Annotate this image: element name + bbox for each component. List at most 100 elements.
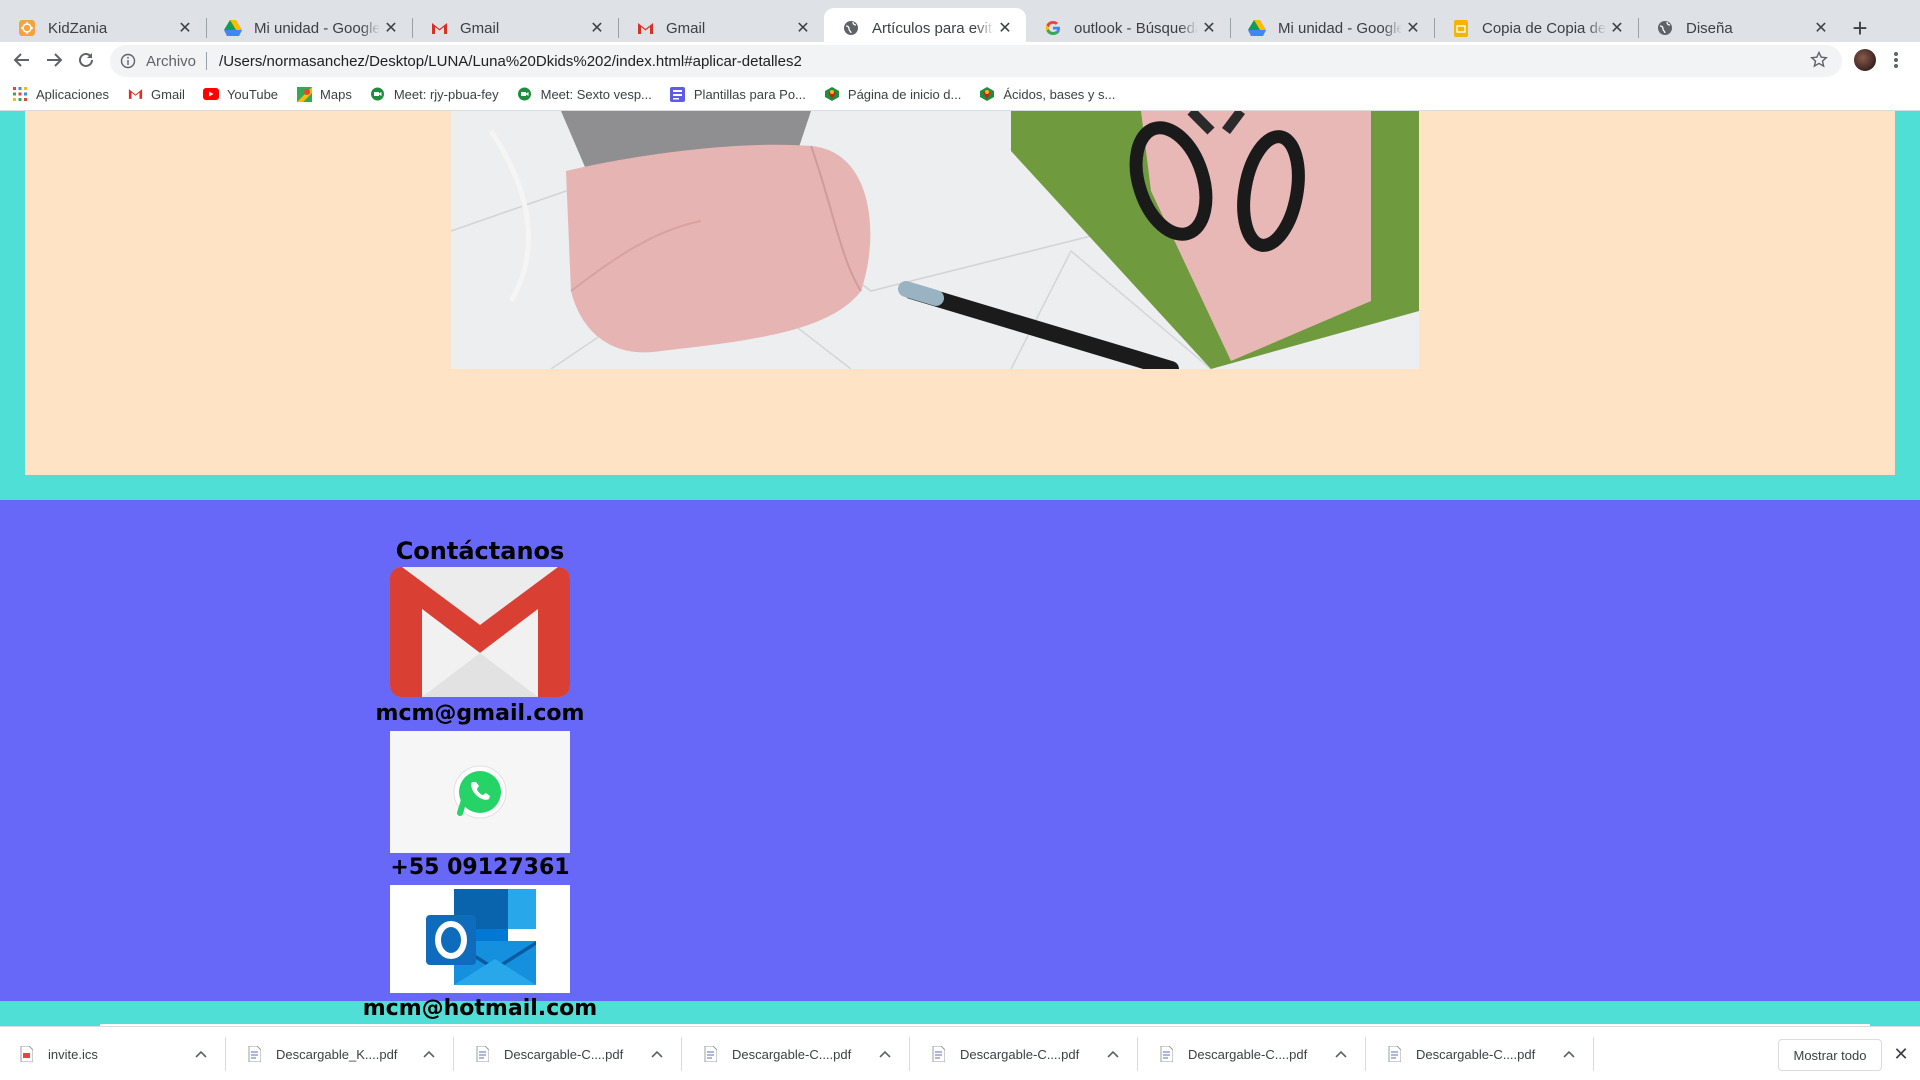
bookmark-label: Maps: [320, 86, 352, 102]
chevron-up-icon[interactable]: [1559, 1044, 1579, 1064]
pdf-file-icon: [248, 1045, 262, 1063]
bookmark-plantillas[interactable]: Plantillas para Po...: [670, 86, 806, 102]
tab-title: Diseña: [1686, 19, 1733, 37]
file-icon: [20, 1045, 34, 1063]
pdf-file-icon: [1388, 1045, 1402, 1063]
outlook-tile[interactable]: [390, 885, 570, 993]
bookmark-label: Página de inicio d...: [847, 86, 962, 102]
tab-title: Mi unidad - Google Drive: [254, 19, 380, 37]
google-drive-icon: [1248, 19, 1266, 37]
bookmark-gmail[interactable]: Gmail: [127, 86, 185, 102]
info-icon[interactable]: [118, 51, 138, 71]
whatsapp-tile[interactable]: [390, 731, 570, 853]
back-button[interactable]: [6, 44, 38, 76]
download-filename: Descargable-C....pdf: [504, 1046, 624, 1062]
youtube-icon: [202, 86, 219, 102]
hero-image: [451, 111, 1419, 369]
plantillas-icon: [670, 86, 686, 102]
gmail-address[interactable]: mcm@gmail.com: [330, 701, 630, 726]
bookmark-aplicaciones[interactable]: Aplicaciones: [12, 86, 109, 102]
reload-button[interactable]: [70, 44, 102, 76]
new-tab-button[interactable]: +: [1844, 12, 1876, 44]
close-icon[interactable]: ✕: [380, 17, 402, 39]
bookmarks-bar: Aplicaciones Gmail YouTube Maps Meet: rj…: [0, 78, 1920, 111]
tab-title: Artículos para evitar el contagio: [872, 19, 994, 37]
download-item[interactable]: Descargable-C....pdf: [684, 1037, 910, 1071]
bookmark-label: Gmail: [151, 86, 185, 102]
address-bar[interactable]: Archivo /Users/normasanchez/Desktop/LUNA…: [110, 45, 1842, 77]
close-icon[interactable]: ✕: [1606, 17, 1628, 39]
apps-grid-icon: [12, 86, 28, 102]
download-item[interactable]: Descargable-C....pdf: [456, 1037, 682, 1071]
download-item[interactable]: Descargable-C....pdf: [1368, 1037, 1594, 1071]
arrow-right-icon: [47, 53, 63, 67]
close-icon[interactable]: ✕: [792, 17, 814, 39]
meet-icon: [370, 86, 386, 102]
download-item[interactable]: Descargable_K....pdf: [228, 1037, 454, 1071]
chevron-up-icon[interactable]: [647, 1044, 667, 1064]
phone-number[interactable]: +55 09127361: [330, 855, 630, 880]
url-text[interactable]: /Users/normasanchez/Desktop/LUNA/Luna%20…: [219, 53, 802, 70]
reload-icon: [79, 52, 93, 67]
download-filename: Descargable-C....pdf: [732, 1046, 852, 1062]
meet-icon: [517, 86, 533, 102]
close-icon[interactable]: ✕: [1810, 17, 1832, 39]
google-icon: [1044, 19, 1062, 37]
bookmark-maps[interactable]: Maps: [296, 86, 352, 102]
bookmark-logo-icon: [979, 86, 995, 102]
downloads-shelf: invite.ics Descargable_K....pdf Descarga…: [0, 1026, 1920, 1080]
bookmark-pagina-inicio[interactable]: Página de inicio d...: [824, 86, 961, 102]
pdf-file-icon: [704, 1045, 718, 1063]
bookmark-acidos[interactable]: Ácidos, bases y s...: [979, 86, 1115, 102]
pdf-file-icon: [1160, 1045, 1174, 1063]
close-icon[interactable]: ✕: [1402, 17, 1424, 39]
bookmark-label: Plantillas para Po...: [693, 86, 806, 102]
maps-icon: [296, 86, 312, 102]
download-filename: Descargable-C....pdf: [1188, 1046, 1308, 1062]
arrow-left-icon: [13, 53, 29, 67]
bookmark-meet-1[interactable]: Meet: rjy-pbua-fey: [370, 86, 499, 102]
close-icon[interactable]: ✕: [1890, 1043, 1912, 1065]
omnibox-divider: [206, 52, 208, 70]
chevron-up-icon[interactable]: [191, 1044, 211, 1064]
bookmark-label: Meet: Sexto vesp...: [540, 86, 652, 102]
bookmark-label: Meet: rjy-pbua-fey: [393, 86, 499, 102]
bookmark-meet-2[interactable]: Meet: Sexto vesp...: [517, 86, 652, 102]
show-all-downloads-button[interactable]: Mostrar todo: [1778, 1039, 1882, 1071]
bookmark-label: YouTube: [226, 86, 279, 102]
bookmark-label: Aplicaciones: [36, 86, 109, 102]
page-viewport: Contáctanos mcm@gmail.com +55 09127361 m…: [0, 111, 1920, 1026]
close-icon[interactable]: ✕: [174, 17, 196, 39]
close-icon[interactable]: ✕: [994, 17, 1016, 39]
tab-title: outlook - Búsqueda de Google: [1074, 19, 1198, 37]
forward-button[interactable]: [38, 44, 70, 76]
chevron-up-icon[interactable]: [419, 1044, 439, 1064]
chevron-up-icon[interactable]: [1103, 1044, 1123, 1064]
gmail-icon: [430, 19, 448, 37]
more-menu-icon[interactable]: [1888, 48, 1904, 72]
bookmark-logo-icon: [824, 86, 840, 102]
close-icon[interactable]: ✕: [1198, 17, 1220, 39]
chevron-up-icon[interactable]: [1331, 1044, 1351, 1064]
tab-title: Mi unidad - Google Drive: [1278, 19, 1402, 37]
profile-avatar[interactable]: [1854, 49, 1876, 71]
gmail-icon: [127, 86, 143, 102]
download-filename: Descargable_K....pdf: [276, 1046, 398, 1062]
download-item[interactable]: Descargable-C....pdf: [912, 1037, 1138, 1071]
pdf-file-icon: [932, 1045, 946, 1063]
download-item[interactable]: invite.ics: [0, 1037, 226, 1071]
tab-title: Copia de Copia de Super: [1482, 19, 1606, 37]
tab-title: Gmail: [666, 19, 706, 37]
download-item[interactable]: Descargable-C....pdf: [1140, 1037, 1366, 1071]
tab-title: KidZania: [48, 19, 108, 37]
bookmark-youtube[interactable]: YouTube: [202, 86, 279, 102]
pdf-file-icon: [476, 1045, 490, 1063]
url-scheme-label: Archivo: [146, 52, 197, 70]
browser-toolbar: Archivo /Users/normasanchez/Desktop/LUNA…: [0, 42, 1920, 78]
chevron-up-icon[interactable]: [875, 1044, 895, 1064]
hotmail-address[interactable]: mcm@hotmail.com: [330, 996, 630, 1021]
bookmark-star-icon[interactable]: [1810, 50, 1828, 73]
gmail-logo-icon[interactable]: [390, 567, 570, 697]
close-icon[interactable]: ✕: [586, 17, 608, 39]
globe-icon: [1656, 19, 1674, 37]
